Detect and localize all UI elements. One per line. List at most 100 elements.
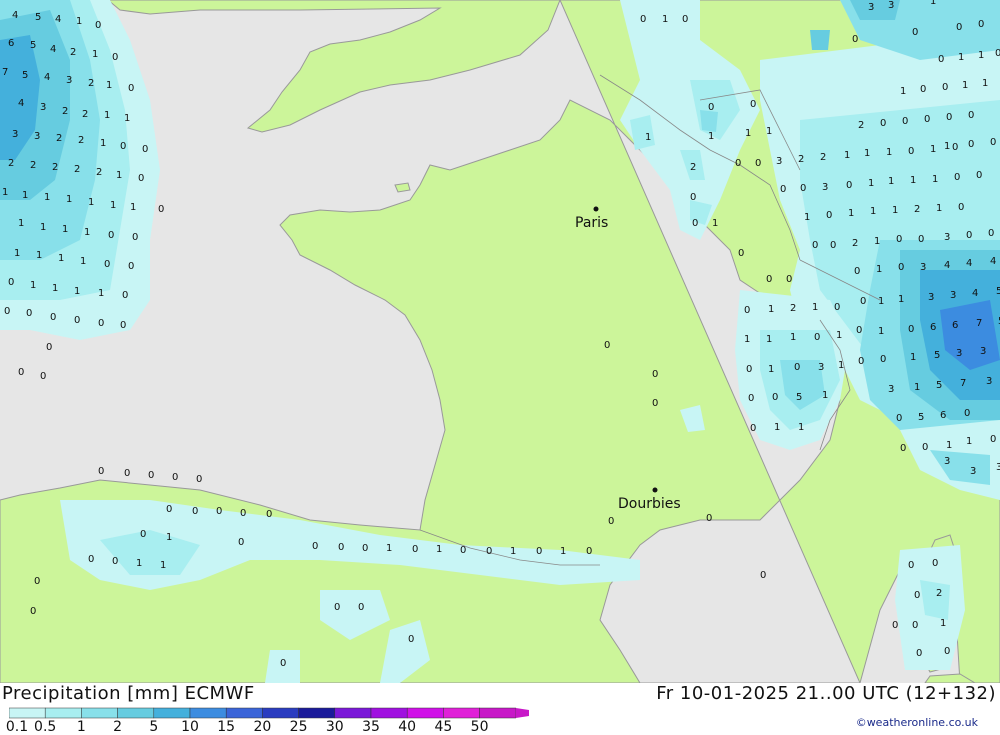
precip-value: 0 [690, 192, 696, 203]
legend-swatch [81, 707, 118, 719]
precip-value: 1 [914, 382, 920, 393]
precip-value: 1 [774, 422, 780, 433]
precip-value: 0 [738, 248, 744, 259]
precip-value: 1 [870, 206, 876, 217]
precip-value: 4 [55, 14, 61, 25]
legend-swatch [298, 707, 336, 719]
precip-value: 0 [108, 230, 114, 241]
precip-value: 1 [900, 86, 906, 97]
precip-value: 0 [834, 302, 840, 313]
credit-link[interactable]: ©weatheronline.co.uk [856, 716, 978, 729]
precip-value: 4 [990, 256, 996, 267]
legend-swatch [334, 707, 372, 719]
precip-value: 0 [830, 240, 836, 251]
precip-value: 3 [40, 102, 46, 113]
precip-value: 4 [944, 260, 950, 271]
legend-swatch [117, 707, 155, 719]
precip-value: 5 [918, 412, 924, 423]
precip-value: 1 [18, 218, 24, 229]
precip-value: 0 [944, 646, 950, 657]
precip-value: 1 [966, 436, 972, 447]
precip-value: 0 [142, 144, 148, 155]
precip-value: 3 [66, 75, 72, 86]
precip-value: 0 [692, 218, 698, 229]
precip-value: 1 [62, 224, 68, 235]
precip-value: 1 [822, 390, 828, 401]
legend-swatch [479, 707, 517, 719]
precip-value: 0 [952, 142, 958, 153]
precip-value: 1 [868, 178, 874, 189]
precip-value: 5 [35, 12, 41, 23]
precip-value: 3 [944, 232, 950, 243]
precip-value: 0 [132, 232, 138, 243]
valid-time: Fr 10-01-2025 21..00 UTC (12+132) [656, 683, 996, 704]
city-dourbies-label: Dourbies [618, 496, 681, 512]
precip-value: 1 [100, 138, 106, 149]
precip-value: 1 [946, 440, 952, 451]
precip-value: 4 [12, 10, 18, 21]
precip-value: 0 [958, 202, 964, 213]
precip-value: 3 [920, 262, 926, 273]
precip-value: 0 [608, 516, 614, 527]
precip-value: 2 [88, 78, 94, 89]
precip-value: 1 [110, 200, 116, 211]
precip-value: 1 [510, 546, 516, 557]
precip-value: 2 [8, 158, 14, 169]
precip-value: 0 [794, 362, 800, 373]
precip-value: 0 [140, 529, 146, 540]
precip-value: 0 [772, 392, 778, 403]
legend-swatch [189, 707, 227, 719]
precip-value: 1 [766, 126, 772, 137]
precip-value: 1 [962, 80, 968, 91]
precip-value: 0 [800, 183, 806, 194]
legend-swatch [443, 707, 480, 719]
precip-value: 1 [878, 296, 884, 307]
precip-value: 0 [112, 52, 118, 63]
precip-value: 0 [908, 146, 914, 157]
precip-value: 0 [755, 158, 761, 169]
precip-value: 0 [192, 506, 198, 517]
precip-value: 1 [932, 174, 938, 185]
precip-value: 0 [138, 173, 144, 184]
precip-value: 0 [892, 620, 898, 631]
precip-value: 1 [766, 334, 772, 345]
precip-value: 0 [746, 364, 752, 375]
city-paris-label: Paris [575, 215, 608, 231]
precip-value: 0 [128, 83, 134, 94]
precip-value: 0 [748, 393, 754, 404]
precip-value: 0 [826, 210, 832, 221]
precipitation-map: 4 5 4 1 0 6 5 4 2 1 0 7 5 4 3 2 1 0 4 3 2 2 1 1 3 3 2 2 1 0 0 2 2 2 2 2 1 0 1 1… [0, 0, 1000, 683]
precip-value: 0 [846, 180, 852, 191]
precip-value: 1 [106, 80, 112, 91]
precip-value: 2 [852, 238, 858, 249]
precip-value: 3 [928, 292, 934, 303]
precip-value: 1 [44, 192, 50, 203]
precip-value: 1 [886, 147, 892, 158]
precip-value: 6 [952, 320, 958, 331]
legend-swatch [44, 707, 82, 719]
precip-value: 0 [40, 371, 46, 382]
precip-value: 0 [990, 434, 996, 445]
precip-value: 0 [956, 22, 962, 33]
precip-value: 0 [18, 367, 24, 378]
precip-value: 0 [735, 158, 741, 169]
precip-value: 3 [996, 462, 1000, 473]
precip-value: 0 [976, 170, 982, 181]
precip-value: 0 [995, 48, 1000, 59]
precip-value: 0 [120, 320, 126, 331]
precip-value: 1 [166, 532, 172, 543]
precip-value: 0 [8, 277, 14, 288]
precip-legend: 0.1 0.5 1 2 5 10 15 20 25 30 35 40 45 50 [6, 707, 529, 735]
precip-value: 0 [604, 340, 610, 351]
precip-value: 7 [976, 318, 982, 329]
precip-value: 2 [790, 303, 796, 314]
precip-value: 0 [990, 137, 996, 148]
precip-value: 0 [536, 546, 542, 557]
precip-value: 0 [968, 139, 974, 150]
precip-value: 3 [986, 376, 992, 387]
precip-value: 1 [876, 264, 882, 275]
precip-value: 3 [944, 456, 950, 467]
precip-value: 0 [860, 296, 866, 307]
precip-value: 1 [936, 203, 942, 214]
precip-value: 0 [932, 558, 938, 569]
